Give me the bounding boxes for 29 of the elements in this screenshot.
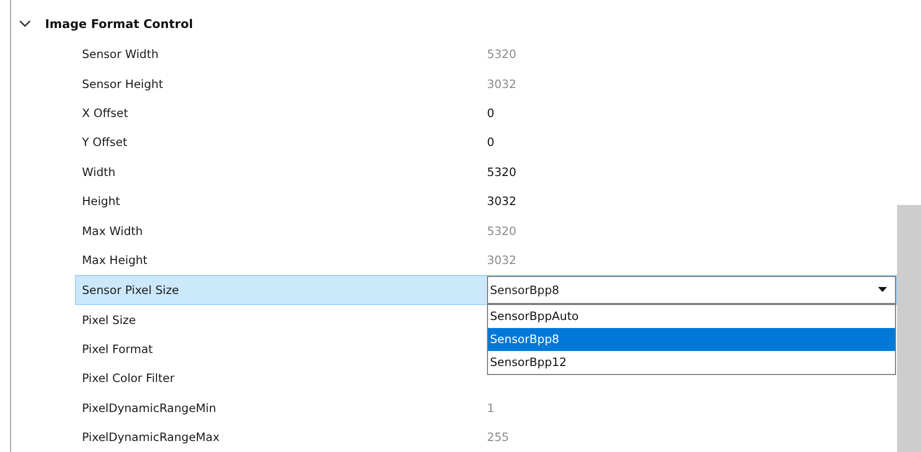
property-value: 255 <box>487 430 509 444</box>
property-label: X Offset <box>81 106 130 120</box>
property-label: Height <box>81 194 122 208</box>
property-value: 3032 <box>487 253 516 268</box>
property-value[interactable]: 5320 <box>487 164 516 179</box>
property-label: Pixel Color Filter <box>81 371 176 386</box>
caret-icon <box>878 287 887 292</box>
property-label: Pixel Size <box>81 312 137 327</box>
property-label: Pixel Format <box>81 342 154 356</box>
dropdown-option[interactable]: SensorBpp8 <box>488 328 895 351</box>
property-label: Sensor Width <box>81 47 160 62</box>
property-value: 3032 <box>487 76 516 91</box>
property-label: Max Width <box>81 224 144 238</box>
scrollbar[interactable] <box>897 205 921 452</box>
property-value: 1 <box>487 400 494 415</box>
property-label: PixelDynamicRangeMin <box>81 400 218 415</box>
property-label: Width <box>81 164 116 179</box>
property-value: 5320 <box>487 47 516 62</box>
property-label: Y Offset <box>81 135 128 150</box>
property-label: Sensor Height <box>81 76 164 91</box>
property-label: Max Height <box>81 253 148 268</box>
property-label: PixelDynamicRangeMax <box>81 430 221 444</box>
chevron-icon[interactable] <box>19 20 31 28</box>
property-value: 5320 <box>487 224 516 238</box>
property-value[interactable]: 3032 <box>487 194 516 208</box>
category-title: Image Format Control <box>45 16 193 31</box>
property-label: Sensor Pixel Size <box>81 282 180 297</box>
property-value[interactable]: 0 <box>487 135 494 150</box>
property-value[interactable]: 0 <box>487 106 494 120</box>
